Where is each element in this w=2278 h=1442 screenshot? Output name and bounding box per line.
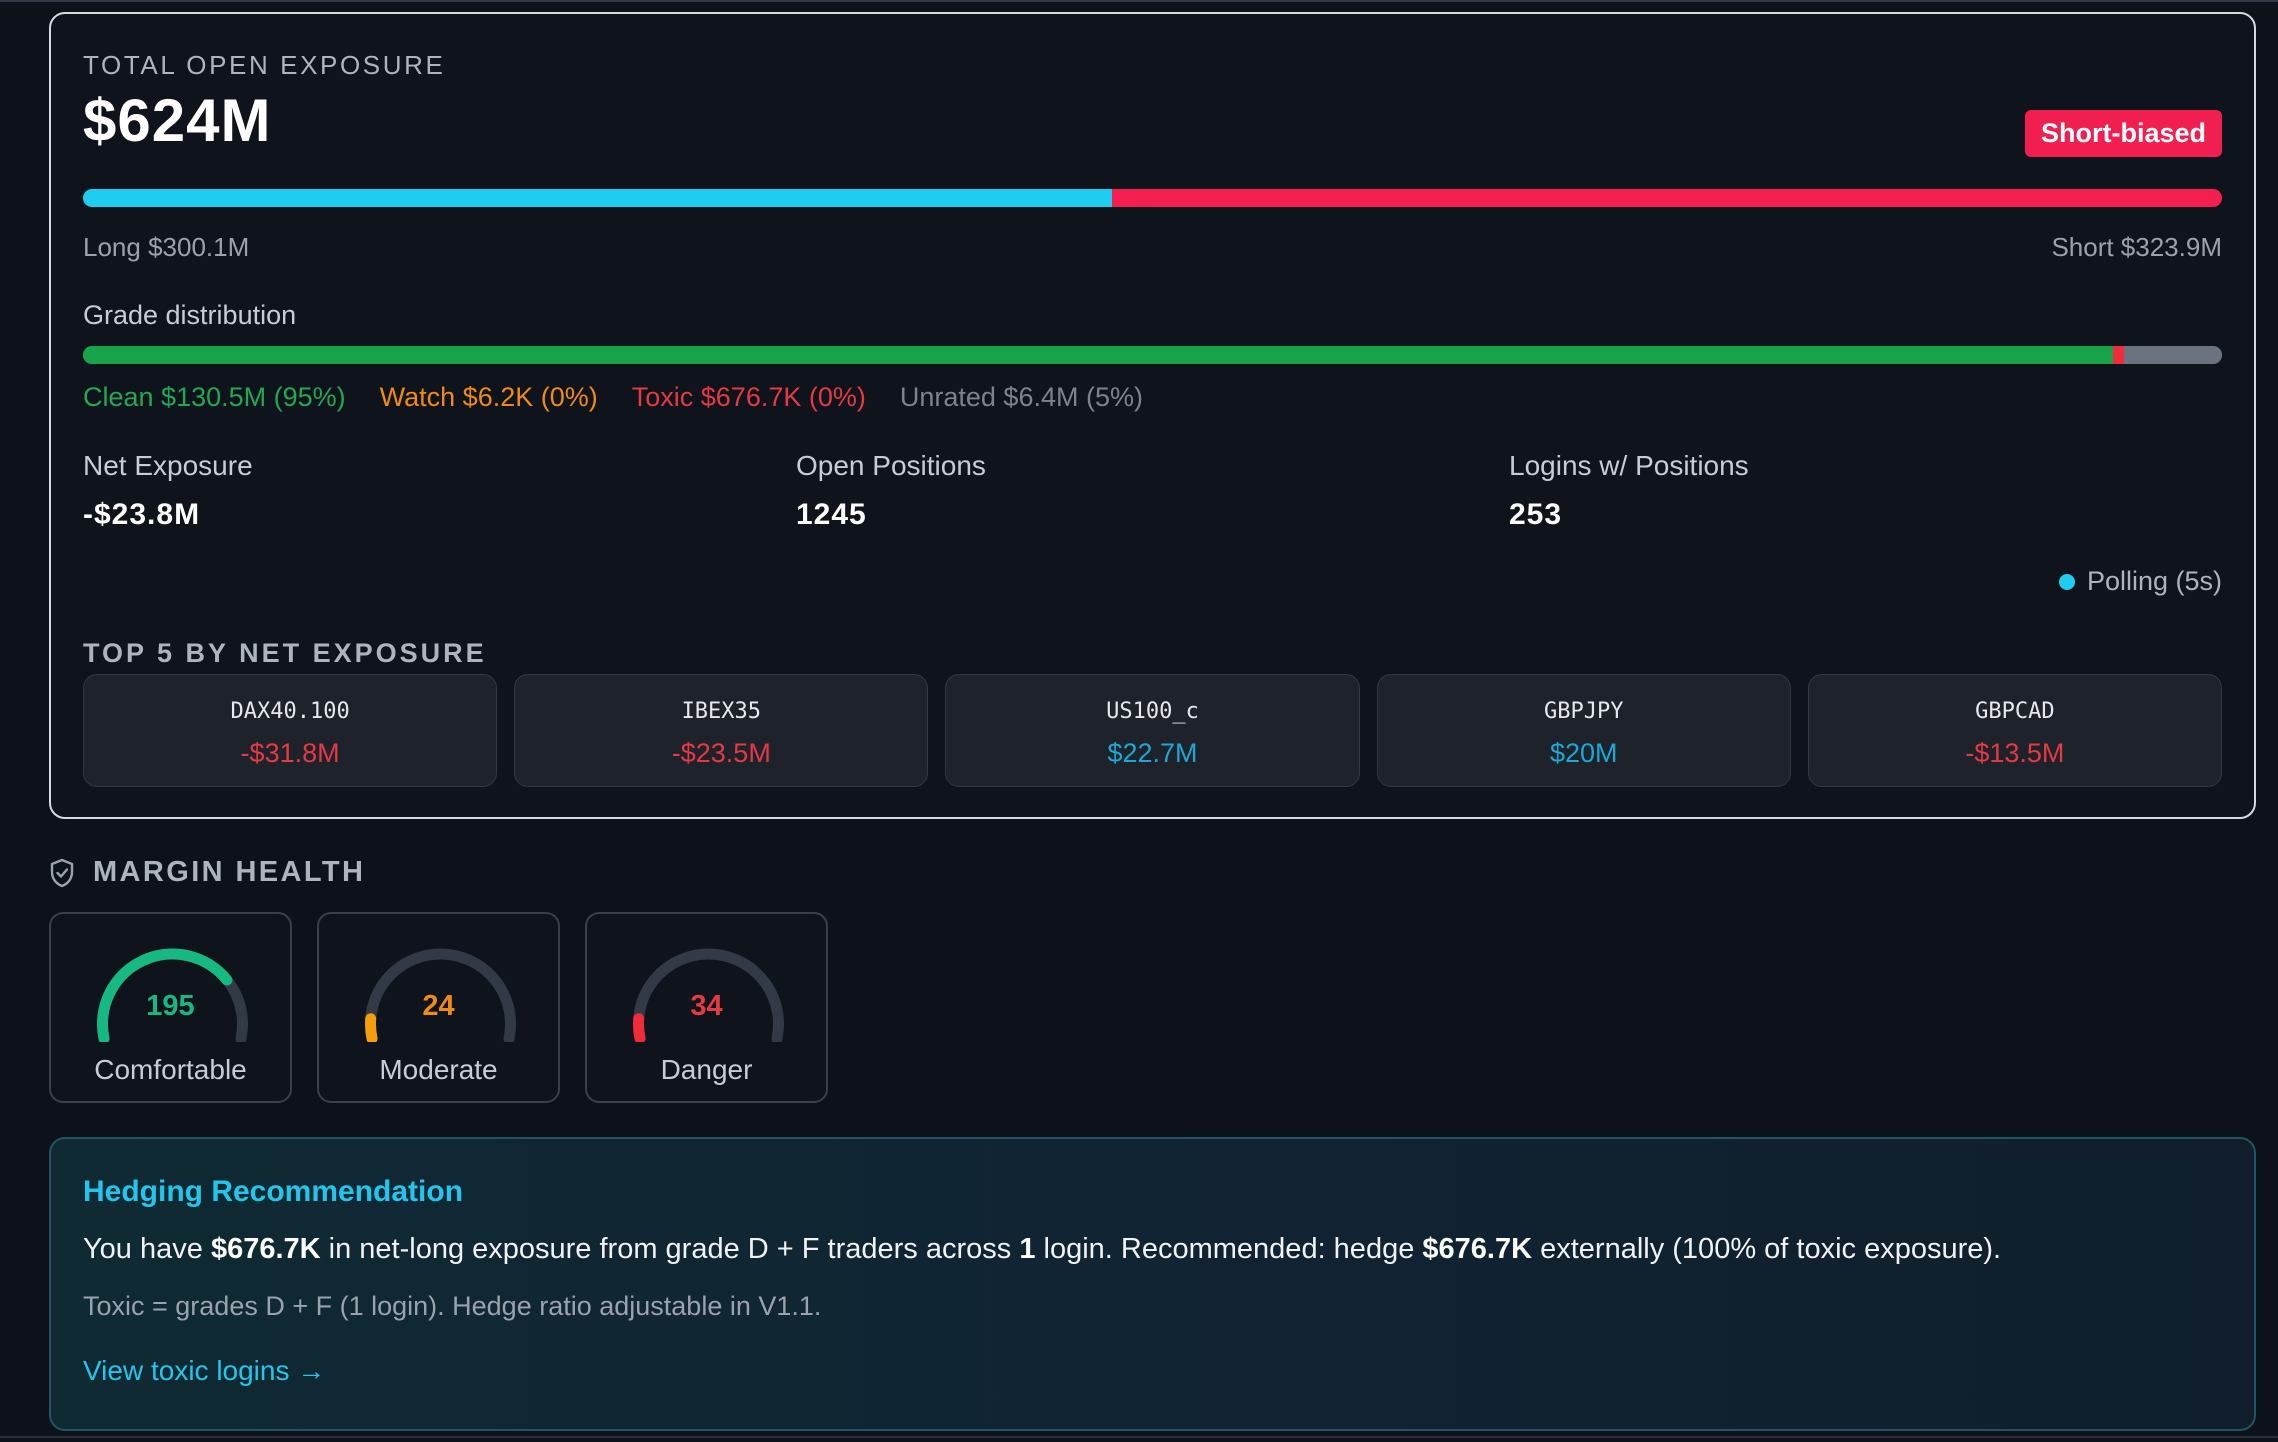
exposure-title: TOTAL OPEN EXPOSURE bbox=[83, 50, 446, 80]
hedging-login-count: 1 bbox=[1019, 1233, 1036, 1265]
symbol-net-exposure: -$31.8M bbox=[240, 738, 340, 768]
stat-value: 1245 bbox=[796, 498, 867, 531]
bottom-divider bbox=[0, 1436, 2278, 1442]
legend-toxic: Toxic $676.7K (0%) bbox=[631, 382, 866, 412]
gauge-label: Comfortable bbox=[94, 1054, 247, 1085]
hedging-hedge-amount: $676.7K bbox=[1422, 1233, 1533, 1265]
legend-unrated: Unrated $6.4M (5%) bbox=[899, 382, 1143, 412]
symbol-net-exposure: $20M bbox=[1549, 738, 1618, 768]
stat-net-exposure: Net Exposure -$23.8M bbox=[83, 450, 796, 532]
hedging-toxic-amount: $676.7K bbox=[210, 1233, 321, 1265]
symbol-card-gbpjpy[interactable]: GBPJPY $20M bbox=[1376, 674, 1791, 787]
stat-label: Net Exposure bbox=[83, 450, 253, 481]
legend-watch: Watch $6.2K (0%) bbox=[379, 382, 598, 412]
toxic-segment bbox=[2112, 346, 2124, 364]
hedging-text-part: login. Recommended: hedge bbox=[1035, 1233, 1423, 1265]
hedging-recommendation-card: Hedging Recommendation You have $676.7K … bbox=[49, 1137, 2256, 1431]
gauge-value: 195 bbox=[146, 990, 195, 1022]
exposure-card: TOTAL OPEN EXPOSURE $624M Short-biased L… bbox=[49, 12, 2256, 819]
gauge-value: 34 bbox=[690, 990, 723, 1022]
total-exposure-value: $624M bbox=[83, 87, 272, 154]
gauge-label: Moderate bbox=[379, 1054, 498, 1085]
symbol-name: DAX40.100 bbox=[230, 699, 350, 724]
stat-logins-with-positions: Logins w/ Positions 253 bbox=[1509, 450, 2222, 532]
shield-check-icon bbox=[50, 858, 74, 887]
top5-row: DAX40.100 -$31.8M IBEX35 -$23.5M US100_c… bbox=[83, 674, 2223, 787]
symbol-name: IBEX35 bbox=[681, 699, 762, 724]
gauge-card-moderate[interactable]: 24 Moderate bbox=[317, 912, 560, 1103]
hedging-text-part: externally (100% of toxic exposure). bbox=[1532, 1233, 2002, 1265]
long-segment bbox=[83, 189, 1112, 207]
symbol-name: GBPCAD bbox=[1975, 699, 2055, 724]
margin-health-header: MARGIN HEALTH bbox=[49, 856, 365, 889]
hedging-title: Hedging Recommendation bbox=[83, 1175, 464, 1208]
short-label: Short $323.9M bbox=[2051, 232, 2222, 262]
short-segment bbox=[1111, 189, 2222, 207]
symbol-card-us100[interactable]: US100_c $22.7M bbox=[945, 674, 1360, 787]
symbol-card-ibex35[interactable]: IBEX35 -$23.5M bbox=[514, 674, 929, 787]
hedging-text-part: You have bbox=[83, 1233, 211, 1265]
symbol-card-gbpcad[interactable]: GBPCAD -$13.5M bbox=[1807, 674, 2223, 787]
stat-value: 253 bbox=[1509, 498, 1563, 531]
symbol-name: US100_c bbox=[1106, 699, 1199, 724]
gauge-card-comfortable[interactable]: 195 Comfortable bbox=[49, 912, 292, 1103]
long-label: Long $300.1M bbox=[83, 232, 250, 262]
gauge-card-danger[interactable]: 34 Danger bbox=[585, 912, 828, 1103]
unrated-segment bbox=[2123, 346, 2222, 364]
grade-legend: Clean $130.5M (95%) Watch $6.2K (0%) Tox… bbox=[83, 382, 1143, 413]
top-divider bbox=[0, 0, 2278, 10]
stat-open-positions: Open Positions 1245 bbox=[796, 450, 1509, 532]
hedging-text: You have $676.7K in net-long exposure fr… bbox=[83, 1233, 2001, 1266]
grade-distribution-title: Grade distribution bbox=[83, 300, 297, 330]
gauge-label: Danger bbox=[660, 1054, 753, 1085]
stat-label: Logins w/ Positions bbox=[1509, 450, 1749, 481]
clean-segment bbox=[83, 346, 2113, 364]
symbol-net-exposure: -$13.5M bbox=[1965, 738, 2065, 768]
symbol-card-dax40[interactable]: DAX40.100 -$31.8M bbox=[83, 674, 498, 787]
top5-title: TOP 5 BY NET EXPOSURE bbox=[83, 638, 487, 668]
symbol-net-exposure: -$23.5M bbox=[671, 738, 771, 768]
grade-distribution-bar bbox=[83, 346, 2222, 364]
bias-badge: Short-biased bbox=[2024, 110, 2222, 157]
stat-label: Open Positions bbox=[796, 450, 986, 481]
polling-indicator: Polling (5s) bbox=[2058, 566, 2222, 597]
stats-row: Net Exposure -$23.8M Open Positions 1245… bbox=[83, 450, 2222, 532]
hedging-note: Toxic = grades D + F (1 login). Hedge ra… bbox=[83, 1291, 822, 1321]
symbol-net-exposure: $22.7M bbox=[1107, 738, 1198, 768]
symbol-name: GBPJPY bbox=[1543, 699, 1624, 724]
stat-value: -$23.8M bbox=[83, 498, 201, 531]
legend-clean: Clean $130.5M (95%) bbox=[83, 382, 346, 412]
polling-label: Polling (5s) bbox=[2086, 566, 2222, 596]
long-short-bar bbox=[83, 189, 2222, 207]
live-dot-icon bbox=[2058, 573, 2075, 590]
margin-health-title: MARGIN HEALTH bbox=[93, 856, 366, 888]
view-toxic-logins-link[interactable]: View toxic logins → bbox=[83, 1355, 325, 1387]
gauge-value: 24 bbox=[422, 990, 455, 1022]
hedging-text-part: in net-long exposure from grade D + F tr… bbox=[320, 1233, 1020, 1265]
